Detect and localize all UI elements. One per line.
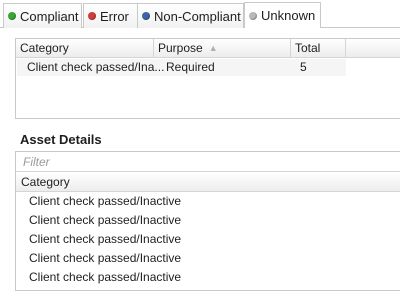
tab-unknown-label: Unknown [261, 8, 316, 23]
status-tab-strip: Compliant Error Non-Compliant Unknown [0, 0, 400, 28]
cell-total: 5 [300, 60, 307, 74]
filter-input[interactable] [16, 152, 400, 172]
list-item[interactable]: Client check passed/Inactive [16, 192, 400, 211]
summary-grid-header: Category Purpose ▲ Total [16, 39, 400, 58]
tab-non-compliant-label: Non-Compliant [154, 8, 241, 24]
gray-status-dot-icon [249, 11, 257, 20]
list-item[interactable]: Client check passed/Inactive [16, 268, 400, 287]
cell-purpose: Required [166, 60, 215, 74]
blue-status-dot-icon [142, 12, 150, 20]
green-status-dot-icon [8, 12, 16, 20]
tab-compliant-label: Compliant [20, 8, 79, 24]
tab-compliant[interactable]: Compliant [3, 3, 82, 28]
list-item[interactable]: Client check passed/Inactive [16, 211, 400, 230]
sort-ascending-icon: ▲ [208, 43, 218, 53]
summary-grid: Category Purpose ▲ Total Client check pas… [15, 38, 400, 119]
column-header-category-label: Category [20, 41, 69, 55]
tab-error[interactable]: Error [83, 3, 142, 28]
column-header-category-label: Category [21, 175, 70, 189]
red-status-dot-icon [88, 12, 96, 20]
column-header-purpose-label: Purpose [158, 41, 203, 55]
asset-details-list: Client check passed/Inactive Client chec… [16, 192, 400, 287]
tab-non-compliant[interactable]: Non-Compliant [137, 3, 244, 28]
table-row[interactable]: Client check passed/Ina... Required 5 [17, 59, 346, 76]
list-item[interactable]: Client check passed/Inactive [16, 230, 400, 249]
tab-error-label: Error [100, 8, 129, 24]
cell-category: Client check passed/Ina... [27, 60, 165, 74]
asset-details-title: Asset Details [20, 132, 102, 147]
column-header-category[interactable]: Category [16, 39, 154, 57]
column-header-category[interactable]: Category [16, 173, 400, 192]
column-header-total[interactable]: Total [291, 39, 346, 57]
tab-unknown[interactable]: Unknown [244, 2, 321, 28]
column-header-total-label: Total [295, 41, 321, 55]
list-item[interactable]: Client check passed/Inactive [16, 249, 400, 268]
asset-details-grid: Category Client check passed/Inactive Cl… [15, 151, 400, 291]
column-header-purpose[interactable]: Purpose ▲ [154, 39, 291, 57]
